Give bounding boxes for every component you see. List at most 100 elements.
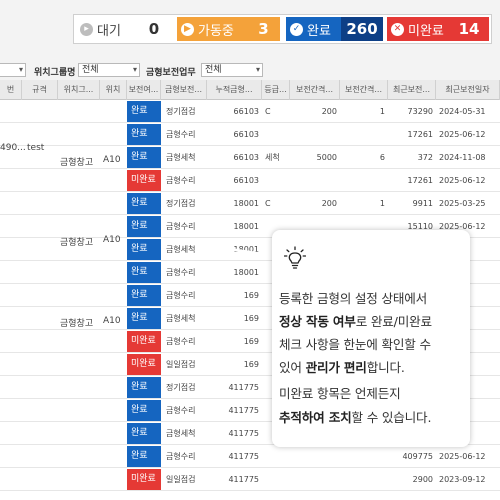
status-done-label: 완료: [307, 23, 331, 39]
status-badge[interactable]: 완료: [127, 285, 161, 306]
table-row[interactable]: 완료 금형수리 411775 409775 2025-06-12: [0, 445, 500, 468]
status-done[interactable]: ✓ 완료 260: [286, 17, 383, 41]
status-badge[interactable]: 완료: [127, 377, 161, 398]
header-grade[interactable]: 등급...: [262, 80, 290, 100]
table-row[interactable]: 완료 금형수리 66103 17261 2025-06-12: [0, 123, 500, 146]
header-recent-date[interactable]: 최근보전일자: [436, 80, 500, 100]
interval-cell: [290, 468, 340, 491]
status-badge[interactable]: 미완료: [127, 469, 161, 490]
status-badge[interactable]: 미완료: [127, 331, 161, 352]
location-group-value: 전체: [82, 65, 99, 75]
app-window: ▸ 대기 0 ▶ 가동중 3 ✓ 완료 260 ✕ 미완료 14 ▾ 위치그룹명…: [0, 0, 500, 500]
chevron-down-icon: ▾: [132, 65, 137, 74]
status-badge[interactable]: 미완료: [127, 354, 161, 375]
callout-line-1: 등록한 금형의 설정 상태에서: [279, 291, 428, 306]
maintenance-task-select[interactable]: 전체 ▾: [201, 63, 263, 77]
status-badge[interactable]: 미완료: [127, 170, 161, 191]
header-maint-status[interactable]: 보전여...: [127, 80, 161, 100]
header-interval-2[interactable]: 보전간격...: [340, 80, 388, 100]
maint-task-cell: 금형수리: [166, 406, 196, 415]
status-badge[interactable]: 완료: [127, 446, 161, 467]
callout-emphasis: 추적하여 조치: [279, 410, 352, 425]
cumulative-cell: 411775: [228, 383, 259, 392]
header-spec[interactable]: 규격: [22, 80, 58, 100]
interval-count-cell: [340, 123, 388, 146]
maint-task-cell: 금형세척: [166, 429, 196, 438]
status-badge[interactable]: 완료: [127, 193, 161, 214]
recent-date-cell: 2025-03-25: [439, 199, 486, 208]
header-no[interactable]: 번: [0, 80, 22, 100]
chevron-down-icon: ▾: [255, 65, 260, 74]
cumulative-cell: 169: [243, 314, 259, 323]
status-badge[interactable]: 완료: [127, 147, 161, 168]
status-undone-count: 14: [458, 20, 480, 38]
location-group-select[interactable]: 전체 ▾: [78, 63, 140, 77]
status-badge[interactable]: 완료: [127, 308, 161, 329]
cumulative-cell: 411775: [228, 406, 259, 415]
cumulative-cell: 169: [243, 360, 259, 369]
maint-task-cell: 금형수리: [166, 452, 196, 461]
recent-maint-cell: 2900: [412, 475, 433, 484]
callout-emphasis: 관리가 편리: [305, 360, 367, 375]
grade-cell: [262, 123, 290, 146]
status-badge[interactable]: 완료: [127, 239, 161, 260]
status-undone[interactable]: ✕ 미완료 14: [387, 17, 489, 41]
x-circle-icon: ✕: [391, 22, 404, 36]
status-running-count: 3: [258, 20, 269, 38]
maint-task-cell: 금형수리: [166, 268, 196, 277]
callout-line-6: 추적하여 조치할 수 있습니다.: [279, 407, 431, 426]
header-cumulative[interactable]: 누적금형...: [207, 80, 262, 100]
header-interval-1[interactable]: 보전간격...: [290, 80, 340, 100]
group-name: 금형창고: [60, 158, 94, 168]
table-row[interactable]: 완료 정기점검 66103 C 200 1 73290 2024-05-31: [0, 100, 500, 123]
table-row[interactable]: 미완료 일일점검 411775 2900 2023-09-12: [0, 468, 500, 491]
interval-count-cell: [340, 169, 388, 192]
table-row[interactable]: 미완료 금형수리 66103 17261 2025-06-12: [0, 169, 500, 192]
grid-header: 번 규격 위치그... 위치 보전여... 금형보전... 누적금형... 등급…: [0, 80, 500, 100]
group-spec: test: [27, 143, 45, 153]
status-running-label: 가동중: [198, 23, 234, 39]
interval-cell: 200: [321, 199, 337, 208]
cumulative-cell: 411775: [228, 475, 259, 484]
cumulative-cell: 18001: [233, 268, 259, 277]
callout-line-5: 미완료 항목은 언제든지: [279, 386, 401, 401]
callout-text: 할 수 있습니다.: [351, 410, 432, 425]
filter-bar: ▾ 위치그룹명 전체 ▾ 금형보전업무 전체 ▾: [0, 60, 500, 80]
interval-count-cell: 6: [379, 153, 385, 162]
status-done-count: 260: [341, 17, 383, 41]
callout-line-4: 있어 관리가 편리합니다.: [279, 357, 405, 376]
header-recent-maint[interactable]: 최근보전...: [388, 80, 436, 100]
recent-date-cell: 2025-06-12: [439, 176, 486, 185]
callout-line-2: 정상 작동 여부로 완료/미완료: [279, 311, 432, 330]
group-no: 490...: [0, 143, 26, 153]
status-waiting-label: 대기: [97, 23, 121, 39]
interval-cell: 200: [321, 107, 337, 116]
status-badge[interactable]: 완료: [127, 124, 161, 145]
recent-maint-cell: 73290: [407, 107, 433, 116]
status-badge[interactable]: 완료: [127, 216, 161, 237]
callout-connector-line: [161, 237, 275, 258]
header-location[interactable]: 위치: [100, 80, 127, 100]
status-badge[interactable]: 완료: [127, 101, 161, 122]
header-location-group[interactable]: 위치그...: [58, 80, 100, 100]
interval-cell: 5000: [316, 153, 337, 162]
status-waiting[interactable]: ▸ 대기 0: [76, 17, 176, 41]
callout-text: 합니다.: [366, 360, 405, 375]
maint-task-cell: 일일점검: [166, 475, 196, 484]
status-badge[interactable]: 완료: [127, 400, 161, 421]
group-location: A10: [103, 316, 121, 326]
maint-task-cell: 정기점검: [166, 383, 196, 392]
interval-cell: [290, 445, 340, 468]
recent-date-cell: 2024-11-08: [439, 153, 486, 162]
recent-date-cell: 2024-05-31: [439, 107, 486, 116]
status-badge[interactable]: 완료: [127, 262, 161, 283]
callout-emphasis: 정상 작동 여부: [279, 314, 356, 329]
status-badge[interactable]: 완료: [127, 423, 161, 444]
callout-line-3: 체크 사항을 한눈에 확인할 수: [279, 337, 431, 352]
partial-select[interactable]: ▾: [0, 63, 26, 77]
header-maint-task[interactable]: 금형보전...: [161, 80, 207, 100]
status-running[interactable]: ▶ 가동중 3: [177, 17, 280, 41]
table-row[interactable]: 완료 정기점검 18001 C 200 1 9911 2025-03-25: [0, 192, 500, 215]
interval-count-cell: 1: [379, 107, 385, 116]
cumulative-cell: 66103: [233, 107, 259, 116]
